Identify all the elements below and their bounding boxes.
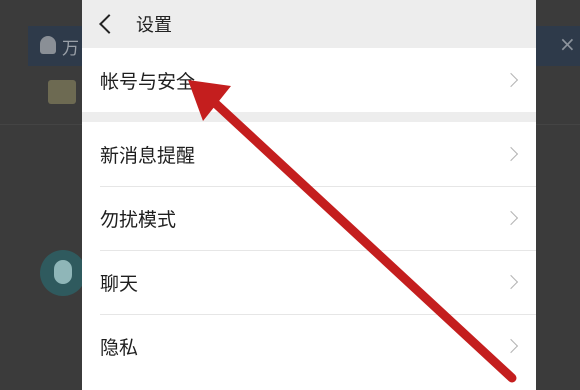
section-gap <box>82 112 536 122</box>
title-bar: 设置 <box>82 0 536 48</box>
chevron-left-icon[interactable] <box>99 14 119 34</box>
chevron-right-icon <box>503 146 519 162</box>
settings-item-privacy[interactable]: 隐私 <box>82 314 536 378</box>
settings-item-do-not-disturb[interactable]: 勿扰模式 <box>82 186 536 250</box>
avatar-figure <box>54 260 72 284</box>
settings-item-new-message-alerts[interactable]: 新消息提醒 <box>82 122 536 186</box>
settings-panel: 设置 帐号与安全 新消息提醒 勿扰模式 聊天 隐私 <box>82 0 536 390</box>
bell-icon <box>40 36 56 54</box>
page-title: 设置 <box>136 15 172 36</box>
settings-item-label: 聊天 <box>100 272 139 295</box>
settings-item-label: 勿扰模式 <box>100 208 177 231</box>
screen: 万 × 设置 帐号与安全 新消息提醒 勿扰模式 聊天 隐私 <box>0 0 580 390</box>
settings-item-account-security[interactable]: 帐号与安全 <box>82 48 536 112</box>
chevron-right-icon <box>503 210 519 226</box>
close-icon: × <box>559 32 576 56</box>
chevron-right-icon <box>503 274 519 290</box>
settings-item-label: 隐私 <box>100 336 139 359</box>
settings-item-label: 新消息提醒 <box>100 144 196 167</box>
settings-item-label: 帐号与安全 <box>100 70 196 93</box>
settings-item-chat[interactable]: 聊天 <box>82 250 536 314</box>
avatar <box>40 250 86 296</box>
chevron-right-icon <box>503 338 519 354</box>
chevron-right-icon <box>503 72 519 88</box>
background-thumbnail <box>48 80 76 104</box>
background-banner-text: 万 <box>62 39 79 59</box>
